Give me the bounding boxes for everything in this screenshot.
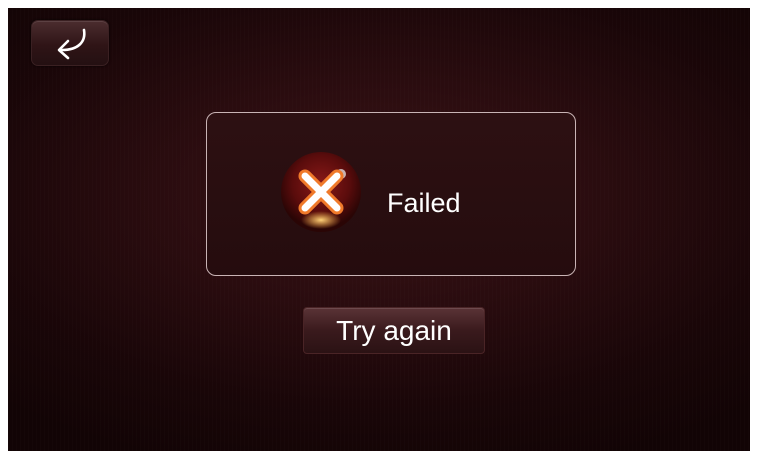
back-button[interactable] xyxy=(31,20,109,66)
failed-x-icon xyxy=(281,152,361,232)
window-frame: Failed Try again xyxy=(0,0,758,459)
try-again-button[interactable]: Try again xyxy=(303,307,485,354)
status-label: Failed xyxy=(387,188,461,218)
failed-screen: Failed Try again xyxy=(8,8,750,451)
status-panel: Failed xyxy=(206,112,576,276)
back-arrow-icon xyxy=(57,28,86,60)
